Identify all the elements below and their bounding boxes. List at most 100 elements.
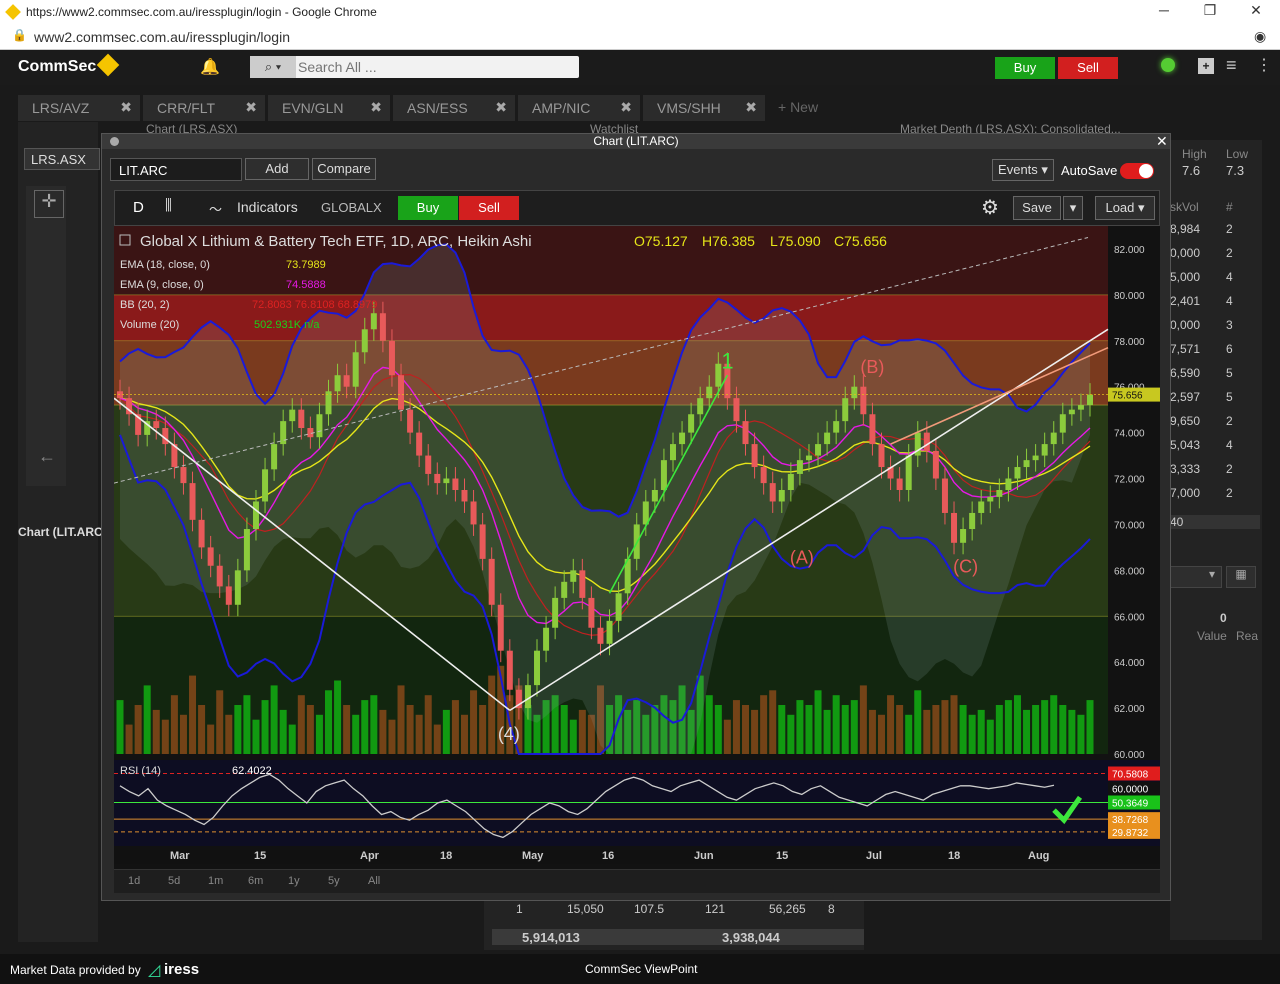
candle-body	[1023, 460, 1030, 468]
background-symbol[interactable]: LRS.ASX	[24, 148, 100, 170]
range-button-1m[interactable]: 1m	[208, 875, 223, 887]
menu-icon[interactable]: ≡	[1226, 55, 1237, 76]
rsi-level-label: 70.5808	[1112, 770, 1149, 781]
candle-body	[923, 432, 930, 451]
volume-bar	[950, 695, 958, 754]
app-footer: Market Data provided by ◿ iress CommSec …	[0, 954, 1280, 984]
search-dropdown-button[interactable]: ⌕ ▾	[250, 56, 296, 78]
candle-body	[280, 421, 287, 445]
more-icon[interactable]: ⋮	[1256, 55, 1272, 75]
settings-gear-icon[interactable]: ⚙	[981, 195, 999, 220]
x-tick-label: Aug	[1028, 850, 1049, 862]
depth-askvol: 0,000	[1170, 246, 1201, 260]
candle-body	[787, 473, 794, 490]
volume-bar	[179, 714, 187, 754]
tab-asn-ess[interactable]: ASN/ESS ✖	[393, 95, 515, 121]
symbol-field[interactable]: LIT.ARC	[110, 158, 242, 181]
price-chart[interactable]: 82.00080.00078.00076.00074.00072.00070.0…	[113, 226, 1160, 882]
close-window-button[interactable]: ✕	[1236, 2, 1276, 22]
high-value: 7.6	[1182, 163, 1201, 178]
range-button-6m[interactable]: 6m	[248, 875, 263, 887]
depth-select[interactable]: ▾	[1170, 566, 1222, 588]
view-icon[interactable]: ◉	[1254, 28, 1266, 45]
indicators-icon[interactable]: 〜	[209, 199, 222, 218]
add-panel-icon[interactable]: +	[1198, 58, 1214, 74]
tab-crr-flt[interactable]: CRR/FLT ✖	[143, 95, 265, 121]
volume-bar	[887, 695, 895, 754]
range-button-1d[interactable]: 1d	[128, 875, 140, 887]
tab-amp-nic[interactable]: AMP/NIC ✖	[518, 95, 640, 121]
y-tick-label: 72.000	[1114, 475, 1145, 486]
bell-icon[interactable]: 🔔	[200, 57, 220, 77]
header-sell-button[interactable]: Sell	[1058, 57, 1118, 79]
chart-type-icon[interactable]: ⫼	[165, 197, 172, 214]
range-button-5d[interactable]: 5d	[168, 875, 180, 887]
candle-body	[851, 386, 858, 399]
candle-body	[878, 444, 885, 468]
iress-logo-icon: ◿	[148, 962, 161, 979]
candle-body	[769, 483, 776, 502]
volume-bar	[451, 700, 459, 754]
back-arrow-icon[interactable]: ←	[38, 446, 56, 467]
volume-bar	[388, 719, 396, 754]
header-buy-button[interactable]: Buy	[995, 57, 1055, 79]
workspace-tabs: LRS/AVZ ✖ CRR/FLT ✖ EVN/GLN ✖ ASN/ESS ✖ AMP/…	[18, 95, 848, 121]
close-modal-button[interactable]: ✕	[1156, 133, 1168, 150]
summary-cell: 8	[828, 902, 835, 916]
autosave-toggle[interactable]	[1120, 163, 1154, 179]
indicators-button[interactable]: Indicators	[237, 199, 298, 215]
volume-bar	[1086, 700, 1094, 754]
period-button[interactable]: D	[133, 199, 144, 216]
save-dropdown-icon[interactable]: ▾	[1063, 196, 1083, 220]
close-tab-icon[interactable]: ✖	[245, 99, 257, 116]
depth-footer: 40	[1170, 515, 1260, 529]
chart-sell-button[interactable]: Sell	[459, 196, 519, 220]
tab-vms-shh[interactable]: VMS/SHH ✖	[643, 95, 765, 121]
candle-body	[1059, 414, 1066, 433]
x-tick-label: 16	[602, 850, 614, 862]
candle-body	[932, 450, 939, 479]
tab-evn-gln[interactable]: EVN/GLN ✖	[268, 95, 390, 121]
chart-title: Global X Lithium & Battery Tech ETF, 1D,…	[140, 233, 532, 250]
close-tab-icon[interactable]: ✖	[495, 99, 507, 116]
close-tab-icon[interactable]: ✖	[745, 99, 757, 116]
volume-bar	[143, 685, 151, 754]
volume-bar	[315, 714, 323, 754]
close-tab-icon[interactable]: ✖	[620, 99, 632, 116]
volume-bar	[116, 700, 124, 754]
new-tab-button[interactable]: + New	[778, 99, 818, 115]
candle-body	[488, 558, 495, 605]
y-tick-label: 70.000	[1114, 520, 1145, 531]
load-button[interactable]: Load ▾	[1095, 196, 1155, 220]
volume-bar	[125, 724, 133, 754]
range-button-all[interactable]: All	[368, 875, 380, 887]
address-bar[interactable]: 🔒 www2.commsec.com.au/iressplugin/login …	[0, 24, 1280, 50]
candle-body	[361, 329, 368, 353]
y-tick-label: 66.000	[1114, 612, 1145, 623]
compare-button[interactable]: Compare	[312, 158, 376, 180]
events-button[interactable]: Events ▾	[992, 159, 1054, 181]
crosshair-icon[interactable]: ✛	[34, 190, 64, 218]
candle-body	[298, 409, 305, 429]
close-tab-icon[interactable]: ✖	[120, 99, 132, 116]
range-button-5y[interactable]: 5y	[328, 875, 340, 887]
tab-lrs-avz[interactable]: LRS/AVZ ✖	[18, 95, 140, 121]
candle-body	[579, 570, 586, 598]
volume-bar	[198, 705, 206, 754]
candle-body	[896, 478, 903, 490]
calendar-icon[interactable]: ▦	[1226, 566, 1256, 588]
close-tab-icon[interactable]: ✖	[370, 99, 382, 116]
volume-bar	[787, 714, 795, 754]
add-button[interactable]: Add	[245, 158, 309, 180]
summary-cell: 1	[516, 902, 523, 916]
summary-cell: 121	[705, 902, 726, 916]
range-button-1y[interactable]: 1y	[288, 875, 300, 887]
ohlc-h: H76.385	[702, 233, 755, 249]
save-button[interactable]: Save	[1013, 196, 1061, 220]
chart-buy-button[interactable]: Buy	[398, 196, 458, 220]
search-input[interactable]	[298, 58, 574, 76]
minimize-button[interactable]: ─	[1144, 2, 1184, 22]
chart-area[interactable]: 82.00080.00078.00076.00074.00072.00070.0…	[113, 226, 1160, 882]
candle-body	[343, 375, 350, 387]
maximize-button[interactable]: ❐	[1190, 2, 1230, 22]
